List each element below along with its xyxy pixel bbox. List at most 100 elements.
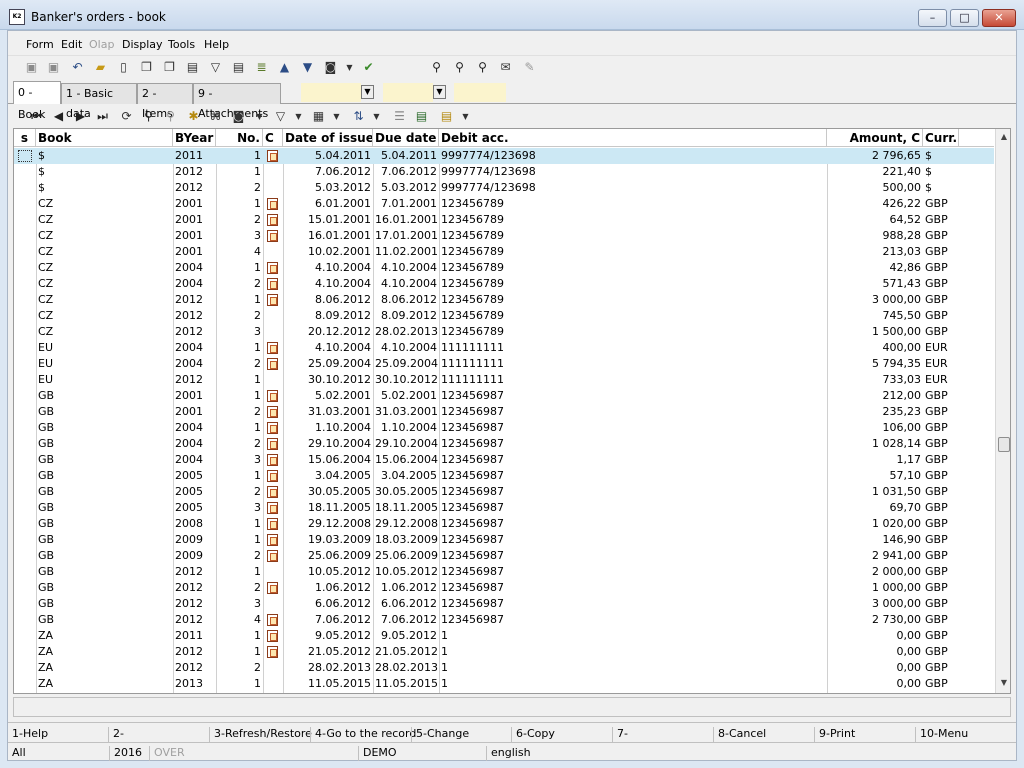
- document-icon[interactable]: [267, 438, 278, 450]
- first-record-icon[interactable]: ⏮: [28, 108, 45, 125]
- stack-icon[interactable]: ≣: [253, 59, 270, 76]
- tab-attachments[interactable]: 9 - Attachments: [193, 83, 281, 120]
- table-row[interactable]: EU 2012 1 30.10.2012 30.10.2012 111111111 733,…: [14, 372, 994, 388]
- document-icon[interactable]: [267, 294, 278, 306]
- header-s[interactable]: s: [14, 129, 36, 147]
- vertical-scrollbar[interactable]: ▲ ▼: [995, 129, 1010, 693]
- run-icon[interactable]: ✔: [360, 59, 377, 76]
- arrow-up-icon[interactable]: ▲: [276, 59, 293, 76]
- document-icon[interactable]: [267, 646, 278, 658]
- refresh-icon[interactable]: ⟳: [118, 108, 135, 125]
- camera-icon[interactable]: ◙: [322, 59, 339, 76]
- document-icon[interactable]: [267, 502, 278, 514]
- mail-icon[interactable]: ✉: [497, 59, 514, 76]
- table-row[interactable]: GB 2004 3 15.06.2004 15.06.2004 123456987 1,17…: [14, 452, 994, 468]
- row-selector[interactable]: [18, 150, 32, 162]
- table-row[interactable]: CZ 2012 3 20.12.2012 28.02.2013 123456789 1 50…: [14, 324, 994, 340]
- maximize-button[interactable]: □: [950, 9, 979, 27]
- chevron-down-icon[interactable]: ▼: [433, 85, 446, 99]
- menu-help[interactable]: Help: [204, 38, 229, 51]
- document-icon[interactable]: [267, 486, 278, 498]
- document-icon[interactable]: [267, 150, 278, 162]
- document-icon[interactable]: [267, 614, 278, 626]
- table-row[interactable]: GB 2005 2 30.05.2005 30.05.2005 123456987 1 03…: [14, 484, 994, 500]
- document-icon[interactable]: [267, 342, 278, 354]
- table-row[interactable]: GB 2005 1 3.04.2005 3.04.2005 123456987 57,10 G…: [14, 468, 994, 484]
- table-row[interactable]: GB 2009 1 19.03.2009 18.03.2009 123456987 146,…: [14, 532, 994, 548]
- book-icon[interactable]: ▤: [184, 59, 201, 76]
- table-row[interactable]: GB 2012 3 6.06.2012 6.06.2012 123456987 3 000,…: [14, 596, 994, 612]
- paste-document-icon[interactable]: ❐: [161, 59, 178, 76]
- table-row[interactable]: $2012 2 5.03.2012 5.03.2012 9997774/123698 50…: [14, 180, 994, 196]
- fkey-2[interactable]: 2-: [108, 727, 124, 743]
- table-row[interactable]: GB 2001 1 5.02.2001 5.02.2001 123456987 212,00…: [14, 388, 994, 404]
- document-icon[interactable]: [267, 278, 278, 290]
- table-row[interactable]: CZ 2012 1 8.06.2012 8.06.2012 123456789 3 000,…: [14, 292, 994, 308]
- star-icon[interactable]: ✱: [185, 108, 202, 125]
- table-row[interactable]: CZ 2004 1 4.10.2004 4.10.2004 123456789 42,86 G…: [14, 260, 994, 276]
- table-row[interactable]: GB 2004 1 1.10.2004 1.10.2004 123456987 106,00…: [14, 420, 994, 436]
- chevron-down-icon[interactable]: ▼: [328, 108, 345, 125]
- table-row[interactable]: ZA 2012 1 21.05.2012 21.05.2012 1 0,00 GBP: [14, 644, 994, 660]
- document-icon[interactable]: [267, 214, 278, 226]
- table-row[interactable]: EU 2004 2 25.09.2004 25.09.2004 111111111 5 79…: [14, 356, 994, 372]
- copy-document-icon[interactable]: ❐: [138, 59, 155, 76]
- tab-field-1[interactable]: [301, 83, 361, 102]
- header-no[interactable]: No.: [216, 129, 263, 147]
- table-row[interactable]: GB 2004 2 29.10.2004 29.10.2004 123456987 1 02…: [14, 436, 994, 452]
- menu-tools[interactable]: Tools: [168, 38, 195, 51]
- table-row[interactable]: CZ 2001 3 16.01.2001 17.01.2001 123456789 988,…: [14, 228, 994, 244]
- header-debit-account[interactable]: Debit acc.: [439, 129, 827, 147]
- table-row[interactable]: CZ 2001 1 6.01.2001 7.01.2001 123456789 426,22…: [14, 196, 994, 212]
- header-due-date[interactable]: Due date: [373, 129, 439, 147]
- sort-icon[interactable]: ⇅: [350, 108, 367, 125]
- notes-icon[interactable]: ▤: [438, 108, 455, 125]
- table-row[interactable]: CZ 2001 4 10.02.2001 11.02.2001 123456789 213,…: [14, 244, 994, 260]
- fkey-help[interactable]: 1-Help: [8, 727, 48, 743]
- fkey-print[interactable]: 9-Print: [814, 727, 855, 743]
- document-icon[interactable]: [267, 550, 278, 562]
- menu-edit[interactable]: Edit: [61, 38, 82, 51]
- document-icon[interactable]: [267, 358, 278, 370]
- fkey-change[interactable]: 5-Change: [411, 727, 469, 743]
- table-row[interactable]: GB 2012 2 1.06.2012 1.06.2012 123456987 1 000,…: [14, 580, 994, 596]
- new-document-icon[interactable]: ▯: [115, 59, 132, 76]
- table-row[interactable]: ZA 2013 1 11.05.2015 11.05.2015 1 0,00 GBP: [14, 676, 994, 692]
- menu-display[interactable]: Display: [122, 38, 163, 51]
- menu-form[interactable]: Form: [26, 38, 54, 51]
- scroll-down-icon[interactable]: ▼: [998, 677, 1010, 689]
- document-icon[interactable]: [267, 230, 278, 242]
- filter-icon[interactable]: ▽: [272, 108, 289, 125]
- chevron-down-icon[interactable]: ▼: [361, 85, 374, 99]
- fkey-goto-record[interactable]: 4-Go to the record: [310, 727, 416, 743]
- document-icon[interactable]: [267, 470, 278, 482]
- document-icon[interactable]: [267, 518, 278, 530]
- open-folder-icon[interactable]: ▰: [92, 59, 109, 76]
- export-icon[interactable]: ▤: [413, 108, 430, 125]
- table-row[interactable]: CZ 2001 2 15.01.2001 16.01.2001 123456789 64,5…: [14, 212, 994, 228]
- tab-book[interactable]: 0 - Book: [13, 81, 61, 121]
- header-c[interactable]: C: [263, 129, 283, 147]
- chevron-down-icon[interactable]: ▼: [368, 108, 385, 125]
- search-icon[interactable]: ⚲: [140, 108, 157, 125]
- find-previous-icon[interactable]: ⚲: [474, 59, 491, 76]
- table-row[interactable]: $2012 1 7.06.2012 7.06.2012 9997774/123698 22…: [14, 164, 994, 180]
- table-row[interactable]: GB 2005 3 18.11.2005 18.11.2005 123456987 69,7…: [14, 500, 994, 516]
- table-row[interactable]: GB 2009 2 25.06.2009 25.06.2009 123456987 2 94…: [14, 548, 994, 564]
- table-row[interactable]: $2011 1 5.04.2011 5.04.2011 9997774/123698 2 …: [14, 148, 994, 164]
- document-icon[interactable]: [267, 534, 278, 546]
- close-button[interactable]: ✕: [982, 9, 1016, 27]
- document-icon[interactable]: [267, 422, 278, 434]
- chevron-down-icon[interactable]: ▼: [341, 59, 358, 76]
- table-row[interactable]: EU 2004 1 4.10.2004 4.10.2004 111111111 400,00…: [14, 340, 994, 356]
- binoculars-icon[interactable]: ⚲: [428, 59, 445, 76]
- table-row[interactable]: CZ 2012 2 8.09.2012 8.09.2012 123456789 745,50…: [14, 308, 994, 324]
- tab-field-2[interactable]: [383, 83, 433, 102]
- document-icon[interactable]: [267, 582, 278, 594]
- tree-icon[interactable]: ⌘: [207, 108, 224, 125]
- minimize-button[interactable]: –: [918, 9, 947, 27]
- chevron-down-icon[interactable]: ▼: [457, 108, 474, 125]
- tab-items[interactable]: 2 - Items: [137, 83, 193, 120]
- next-record-icon[interactable]: ▶: [72, 108, 89, 125]
- table-row[interactable]: ZA 2011 1 9.05.2012 9.05.2012 1 0,00 GBP: [14, 628, 994, 644]
